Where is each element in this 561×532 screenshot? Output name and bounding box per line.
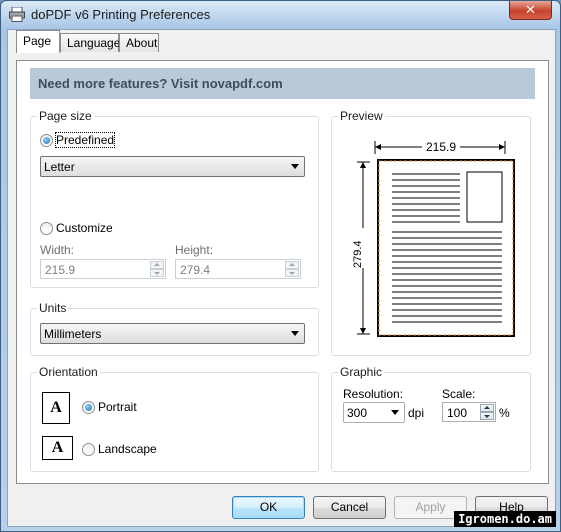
portrait-page-icon: A <box>42 392 70 424</box>
scale-value: 100 <box>447 406 468 420</box>
landscape-page-icon: A <box>42 436 73 460</box>
tab-about[interactable]: About <box>119 33 159 52</box>
page-size-group-label: Page size <box>37 109 94 123</box>
apply-button-label: Apply <box>415 500 446 514</box>
units-group-label: Units <box>37 301 69 315</box>
paper-size-select[interactable]: Letter <box>40 156 305 177</box>
scale-field[interactable]: 100 <box>442 402 496 422</box>
units-select[interactable]: Millimeters <box>40 323 305 344</box>
orientation-group-label: Orientation <box>37 365 100 379</box>
close-button[interactable]: ✕ <box>509 1 552 20</box>
watermark: Igromen.do.am <box>454 511 556 527</box>
landscape-label[interactable]: Landscape <box>98 442 157 456</box>
scale-label: Scale: <box>442 387 476 401</box>
units-value: Millimeters <box>44 327 102 341</box>
resolution-label: Resolution: <box>343 387 404 401</box>
ok-button-label: OK <box>259 500 278 514</box>
spin-up-icon[interactable] <box>285 261 299 269</box>
dialog-window: doPDF v6 Printing Preferences ✕ Page Lan… <box>0 0 561 532</box>
chevron-down-icon <box>291 331 299 336</box>
title-bar[interactable]: doPDF v6 Printing Preferences ✕ <box>1 1 560 29</box>
spin-down-icon[interactable] <box>480 412 494 420</box>
width-field[interactable]: 215.9 <box>40 259 166 279</box>
cancel-button-label: Cancel <box>330 500 369 514</box>
printer-icon <box>9 7 25 22</box>
cancel-button[interactable]: Cancel <box>313 496 386 519</box>
preview-image-box <box>466 171 503 223</box>
width-stepper[interactable] <box>150 261 164 277</box>
window-title: doPDF v6 Printing Preferences <box>31 7 211 22</box>
tab-language-label: Language <box>67 36 121 50</box>
promo-banner[interactable]: Need more features? Visit novapdf.com <box>30 68 535 99</box>
customize-label[interactable]: Customize <box>56 221 113 235</box>
resolution-select[interactable]: 300 <box>343 402 405 423</box>
portrait-label[interactable]: Portrait <box>98 400 137 414</box>
portrait-page-glyph: A <box>50 399 62 416</box>
height-field[interactable]: 279.4 <box>175 259 301 279</box>
page-preview <box>357 139 515 337</box>
spin-up-icon[interactable] <box>150 261 164 269</box>
spin-down-icon[interactable] <box>285 269 299 277</box>
chevron-down-icon <box>291 164 299 169</box>
landscape-radio[interactable] <box>82 443 95 456</box>
predefined-label[interactable]: Predefined <box>54 132 116 148</box>
scale-stepper[interactable] <box>480 404 494 420</box>
preview-height-text: 279.4 <box>352 240 364 268</box>
predefined-radio[interactable] <box>40 134 53 147</box>
promo-banner-text: Need more features? Visit novapdf.com <box>38 76 283 91</box>
preview-width-text: 215.9 <box>426 140 457 154</box>
landscape-page-glyph: A <box>51 439 64 456</box>
dialog-body: Page Language About Need more features? … <box>7 29 556 527</box>
tab-about-label: About <box>126 36 158 50</box>
paper-size-value: Letter <box>44 160 75 174</box>
arrow-up-icon <box>360 162 366 168</box>
ok-button[interactable]: OK <box>232 496 305 519</box>
orientation-group: Orientation <box>30 365 319 472</box>
spin-up-icon[interactable] <box>480 404 494 412</box>
resolution-unit: dpi <box>408 406 425 420</box>
tab-page-label: Page <box>23 34 52 48</box>
customize-radio[interactable] <box>40 222 53 235</box>
arrow-right-icon <box>499 144 505 150</box>
width-label: Width: <box>40 243 75 257</box>
spin-down-icon[interactable] <box>150 269 164 277</box>
tab-page[interactable]: Page <box>16 30 60 53</box>
arrow-left-icon <box>375 144 381 150</box>
arrow-down-icon <box>360 328 366 334</box>
height-label: Height: <box>175 243 214 257</box>
width-value: 215.9 <box>45 263 76 277</box>
graphic-group-label: Graphic <box>338 365 385 379</box>
tab-language[interactable]: Language <box>60 33 121 52</box>
scale-unit: % <box>499 406 510 420</box>
portrait-radio[interactable] <box>82 401 95 414</box>
height-value: 279.4 <box>180 263 211 277</box>
chevron-down-icon <box>391 410 399 415</box>
close-icon: ✕ <box>525 2 536 17</box>
height-stepper[interactable] <box>285 261 299 277</box>
preview-group-label: Preview <box>338 109 385 123</box>
resolution-value: 300 <box>347 406 368 420</box>
